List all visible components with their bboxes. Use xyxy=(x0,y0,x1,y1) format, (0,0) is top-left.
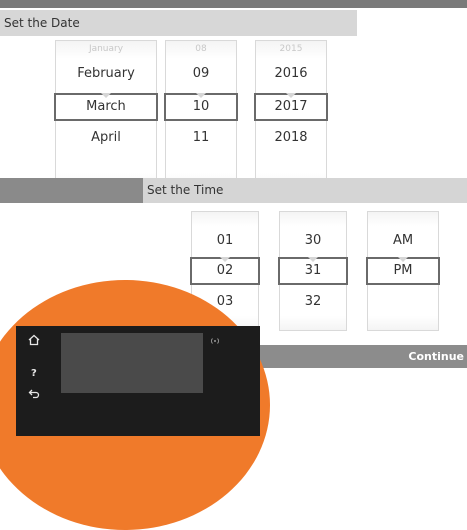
device-screen xyxy=(61,333,203,393)
time-title: Set the Time xyxy=(143,178,467,203)
ampm-prev[interactable]: AM xyxy=(368,226,438,256)
day-tick xyxy=(196,93,206,98)
time-left-bar xyxy=(0,178,143,203)
ampm-spinner[interactable]: AM PM xyxy=(366,211,440,331)
year-next[interactable]: 2018 xyxy=(256,123,326,153)
month-above: January xyxy=(88,44,124,54)
continue-button[interactable]: Continue xyxy=(402,345,467,368)
hour-tick xyxy=(220,257,230,262)
minute-prev[interactable]: 30 xyxy=(280,226,346,256)
month-next[interactable]: April xyxy=(56,123,156,153)
month-prev[interactable]: February xyxy=(56,59,156,89)
minute-next[interactable]: 32 xyxy=(280,287,346,317)
help-icon[interactable]: ? xyxy=(31,368,37,379)
month-tick xyxy=(101,93,111,98)
month-spinner[interactable]: January February March April xyxy=(54,40,158,192)
date-title: Set the Date xyxy=(0,10,357,36)
back-icon[interactable] xyxy=(28,388,40,403)
date-panel: Set the Date January February March Apri… xyxy=(0,10,357,192)
top-bar xyxy=(0,0,467,8)
year-spinner[interactable]: 2015 2016 2017 2018 xyxy=(254,40,328,192)
hour-prev[interactable]: 01 xyxy=(192,226,258,256)
minute-tick xyxy=(308,257,318,262)
year-above: 2015 xyxy=(279,44,303,54)
ampm-tick xyxy=(398,257,408,262)
minute-spinner[interactable]: 30 31 32 xyxy=(278,211,348,331)
year-tick xyxy=(286,93,296,98)
home-icon[interactable] xyxy=(28,334,40,349)
day-prev[interactable]: 09 xyxy=(166,59,236,89)
day-above: 08 xyxy=(195,44,207,54)
day-spinner[interactable]: 08 09 10 11 xyxy=(164,40,238,192)
year-prev[interactable]: 2016 xyxy=(256,59,326,89)
wireless-icon xyxy=(210,336,220,349)
day-next[interactable]: 11 xyxy=(166,123,236,153)
